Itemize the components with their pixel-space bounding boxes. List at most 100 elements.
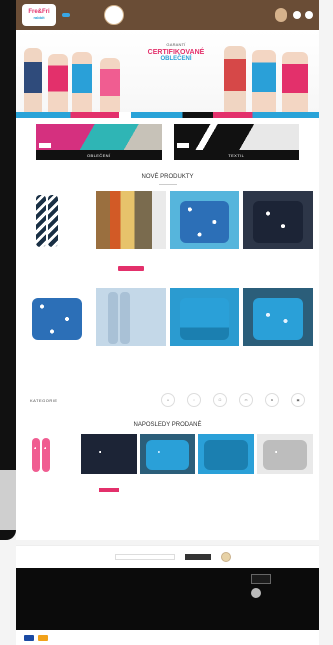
sold-product-card[interactable]: [257, 434, 313, 527]
banner-textile[interactable]: TEXTIL: [173, 124, 299, 160]
recently-sold-section: NAPOSLEDY PRODANÉ: [16, 422, 319, 527]
product-card[interactable]: [169, 191, 240, 284]
certification-seal: [104, 5, 124, 25]
footer-link[interactable]: [251, 609, 309, 612]
banner-clothing[interactable]: OBLEČENÍ: [36, 124, 162, 160]
payment-icons: [24, 634, 48, 641]
product-meta: [22, 351, 92, 361]
footer-link[interactable]: [90, 593, 138, 596]
nav-item-2[interactable]: [76, 13, 84, 17]
product-meta: [96, 254, 166, 271]
footer-link[interactable]: [251, 613, 309, 616]
footer-link[interactable]: [144, 589, 192, 592]
sold-product-card[interactable]: [80, 434, 137, 527]
footer-link[interactable]: [26, 589, 84, 592]
hero-child-6: [252, 50, 276, 112]
footer-link[interactable]: [144, 597, 192, 600]
product-card[interactable]: [243, 191, 313, 284]
product-image[interactable]: [198, 434, 255, 474]
category-item[interactable]: ◌: [187, 393, 201, 408]
product-image[interactable]: [243, 191, 313, 249]
footer-link[interactable]: [90, 581, 138, 584]
newsletter-email-input[interactable]: [114, 554, 175, 560]
hero-child-1: [24, 48, 42, 112]
payment-badge-icon: [251, 574, 272, 584]
footer-link[interactable]: [90, 597, 138, 600]
cart-button[interactable]: [275, 8, 287, 22]
category-icon: ▭: [239, 393, 253, 407]
newsletter-subscribe-button[interactable]: [184, 554, 211, 560]
banner-tag: [176, 143, 189, 148]
category-item[interactable]: ☐: [213, 393, 227, 408]
footer-column: [251, 574, 309, 625]
product-image[interactable]: [169, 288, 240, 346]
footer-column: [144, 574, 192, 625]
sold-product-card[interactable]: [198, 434, 255, 527]
product-card[interactable]: [169, 288, 240, 381]
footer-link[interactable]: [197, 589, 245, 592]
product-image[interactable]: [22, 191, 92, 249]
footer-link[interactable]: [197, 581, 245, 584]
site-footer: [16, 568, 319, 630]
left-light-panel: [0, 470, 16, 530]
category-item[interactable]: ⟡: [161, 393, 175, 408]
footer-link[interactable]: [26, 601, 84, 604]
site-logo[interactable]: Fre&Fri rabbit: [22, 4, 56, 26]
left-dark-panel: [0, 0, 16, 540]
category-item[interactable]: ▣: [291, 393, 305, 408]
footer-link[interactable]: [26, 597, 84, 600]
product-image[interactable]: [22, 288, 92, 346]
category-icon: ☐: [213, 393, 227, 407]
footer-link[interactable]: [197, 597, 245, 600]
footer-link[interactable]: [90, 585, 138, 588]
hero-banner[interactable]: GARANTÍ CERTIFIKOVANÉ OBLEČENÍ: [16, 30, 319, 112]
footer-link[interactable]: [251, 617, 309, 620]
product-image[interactable]: [257, 434, 313, 474]
category-item[interactable]: ⧉: [265, 393, 279, 408]
user-icon[interactable]: [293, 11, 301, 19]
add-to-cart-button[interactable]: [98, 488, 119, 492]
product-image[interactable]: [243, 288, 313, 346]
pants-left-leg: [32, 438, 40, 472]
product-image[interactable]: [169, 191, 240, 249]
footer-link[interactable]: [144, 585, 192, 588]
product-meta: [257, 478, 313, 486]
search-icon[interactable]: [305, 11, 313, 19]
footer-link[interactable]: [197, 593, 245, 596]
product-card[interactable]: [95, 288, 166, 381]
nav-item-1[interactable]: [62, 13, 70, 17]
product-image[interactable]: [95, 191, 166, 249]
category-item[interactable]: ▭: [239, 393, 253, 408]
add-to-cart-button[interactable]: [117, 266, 144, 271]
tshirt-graphic: [32, 298, 82, 340]
footer-link[interactable]: [144, 593, 192, 596]
banner-tag: [39, 143, 51, 148]
product-image[interactable]: [95, 288, 166, 346]
product-image[interactable]: [139, 434, 196, 474]
sold-product-card[interactable]: [139, 434, 196, 527]
hero-title: CERTIFIKOVANÉ: [147, 49, 205, 56]
hero-subtitle: OBLEČENÍ: [160, 56, 192, 62]
product-image[interactable]: [80, 434, 137, 474]
webpage: Fre&Fri rabbit GARANTÍ CERTIFIKOVANÉ OBL…: [16, 0, 319, 540]
product-card[interactable]: [22, 191, 92, 284]
nav-item-3[interactable]: [90, 13, 98, 17]
bottom-bar: [16, 630, 319, 645]
footer-link[interactable]: [251, 621, 309, 624]
footer-link[interactable]: [26, 593, 84, 596]
footer-link[interactable]: [26, 581, 84, 584]
social-icon[interactable]: [251, 588, 262, 598]
footer-link[interactable]: [144, 581, 192, 584]
product-image[interactable]: [22, 434, 78, 474]
category-icon: ⧉: [265, 393, 279, 407]
footer-heading: [251, 602, 309, 606]
product-card[interactable]: [95, 191, 166, 284]
product-card[interactable]: [243, 288, 313, 381]
footer-link[interactable]: [197, 585, 245, 588]
banner-label: OBLEČENÍ: [36, 150, 162, 160]
footer-link[interactable]: [90, 589, 138, 592]
hero-kicker: GARANTÍ: [166, 42, 186, 47]
sold-product-card[interactable]: [22, 434, 78, 527]
product-card[interactable]: [22, 288, 92, 381]
footer-link[interactable]: [26, 585, 84, 588]
